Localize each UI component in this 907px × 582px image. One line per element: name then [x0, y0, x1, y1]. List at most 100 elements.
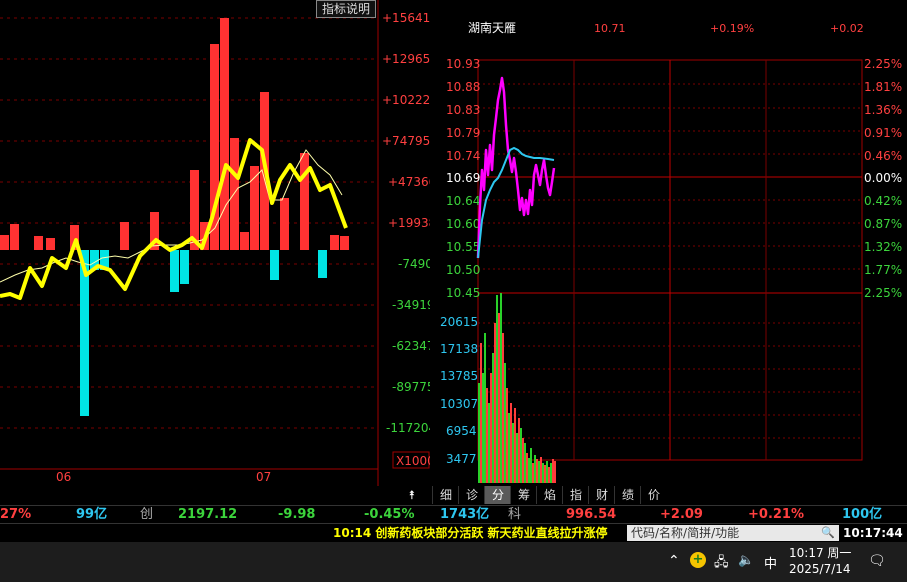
tab-price[interactable]: 价: [640, 486, 667, 504]
price-label: 10.83: [446, 103, 480, 117]
flow-bar: [330, 235, 339, 250]
search-placeholder: 代码/名称/简拼/功能: [631, 526, 740, 540]
ticker-value-2: 2197.12: [178, 507, 238, 522]
flow-bar: [230, 138, 239, 250]
volume-label: 20615: [440, 315, 478, 329]
price-label: 10.60: [446, 217, 480, 231]
tab-index[interactable]: 指: [562, 486, 589, 504]
pct-label: 0.87%: [864, 217, 902, 231]
scroll-top-icon[interactable]: ⯭: [404, 486, 420, 504]
volume-label: 6954: [446, 424, 477, 438]
y-label: +129651: [382, 52, 430, 66]
stock-price: 10.71: [594, 22, 626, 35]
flow-bar: [240, 232, 249, 250]
network-icon[interactable]: 🖧: [714, 553, 729, 575]
volume-bar: [536, 459, 538, 483]
volume-bar: [522, 438, 524, 483]
volume-bar: [494, 323, 496, 483]
tab-flame[interactable]: 焰: [536, 486, 563, 504]
ticker-amount-2: 1743亿: [440, 507, 490, 522]
taskbar-datetime[interactable]: 10:17 周一 2025/7/14: [789, 545, 851, 577]
price-label: 10.50: [446, 263, 480, 277]
volume-bar: [554, 461, 556, 483]
volume-bar: [518, 418, 520, 483]
price-label: 10.93: [446, 57, 480, 71]
flow-bar: [318, 250, 327, 278]
flow-bar: [180, 250, 189, 284]
y-label: +47366: [388, 175, 430, 189]
volume-label: 10307: [440, 397, 478, 411]
y-label: +156411: [382, 11, 430, 25]
volume-label: 17138: [440, 342, 478, 356]
y-label: +74795: [382, 134, 430, 148]
volume-bar: [500, 293, 502, 483]
x-label: 06: [56, 470, 71, 484]
volume-bar: [506, 388, 508, 483]
intraday-svg: 湖南天雁 10.71 +0.19% +0.02 10.93 10.88 10.8…: [440, 20, 902, 483]
volume-bar: [534, 455, 536, 483]
ticker-name-2[interactable]: 创: [140, 506, 153, 524]
pct-label: 2.25%: [864, 57, 902, 71]
stock-change: +0.02: [830, 22, 864, 35]
tab-minute[interactable]: 分: [484, 486, 511, 504]
tab-diagnose[interactable]: 诊: [458, 486, 485, 504]
tab-finance[interactable]: 财: [588, 486, 615, 504]
volume-bars: [478, 293, 556, 483]
volume-bar: [546, 461, 548, 483]
volume-bar: [548, 467, 550, 483]
ticker-change-2: -9.98: [278, 507, 316, 522]
index-ticker: 27% 99亿 创 2197.12 -9.98 -0.45% 1743亿 科 9…: [0, 505, 907, 524]
indicator-help-button[interactable]: 指标说明: [316, 0, 376, 18]
volume-bar: [530, 448, 532, 483]
pct-label: 2.25%: [864, 286, 902, 300]
x-label: 07: [256, 470, 271, 484]
ticker-pct-3: +0.21%: [748, 507, 804, 522]
volume-labels: 20615 17138 13785 10307 6954 3477: [440, 315, 478, 466]
flow-bar: [280, 198, 289, 250]
notification-icon[interactable]: 🗨: [868, 553, 886, 569]
windows-taskbar: ⌃ + 🖧 🔈 中 10:17 周一 2025/7/14 🗨: [0, 542, 907, 582]
ticker-pct-2: -0.45%: [364, 507, 415, 522]
pct-label: 0.42%: [864, 194, 902, 208]
ticker-value-3: 996.54: [566, 507, 617, 522]
search-input[interactable]: 代码/名称/简拼/功能 🔍: [627, 525, 839, 541]
ime-indicator[interactable]: 中: [764, 553, 777, 572]
search-icon[interactable]: 🔍: [821, 525, 835, 541]
volume-bar: [550, 463, 552, 483]
ticker-change-3: +2.09: [660, 507, 703, 522]
tab-performance[interactable]: 绩: [614, 486, 641, 504]
volume-bar: [508, 413, 510, 483]
volume-bar: [538, 461, 540, 483]
volume-bar: [482, 373, 484, 483]
y-label: +102223: [382, 93, 430, 107]
y-label: -117204: [386, 421, 430, 435]
price-line: [476, 76, 556, 259]
news-scroller[interactable]: 10:14 创新药板块部分活跃 新天药业直线拉升涨停: [333, 524, 608, 543]
volume-bar: [510, 403, 512, 483]
chevron-up-icon[interactable]: ⌃: [668, 553, 680, 569]
flow-y-labels: +156411 +129651 +102223 +74795 +47366 +1…: [382, 11, 438, 435]
y-label: -7490: [398, 257, 430, 271]
flow-chart-svg: +156411 +129651 +102223 +74795 +47366 +1…: [0, 0, 438, 486]
flow-bar: [10, 224, 19, 250]
volume-bar: [488, 403, 490, 483]
price-label: 10.74: [446, 149, 480, 163]
volume-bar: [542, 463, 544, 483]
volume-icon[interactable]: 🔈: [738, 553, 754, 568]
tab-chips[interactable]: 筹: [510, 486, 537, 504]
volume-bar: [492, 353, 494, 483]
volume-bar: [532, 463, 534, 483]
flow-bar: [120, 222, 129, 250]
volume-bar: [552, 459, 554, 483]
flow-bar: [300, 153, 309, 250]
volume-bar: [478, 383, 480, 483]
price-label: 10.79: [446, 126, 480, 140]
flow-bar: [250, 166, 259, 250]
taskbar-time: 10:17 周一: [789, 546, 852, 560]
tab-detail[interactable]: 细: [432, 486, 459, 504]
security-app-icon[interactable]: +: [690, 552, 706, 568]
ticker-name-3[interactable]: 科: [508, 506, 521, 524]
y-label: -62347: [392, 339, 430, 353]
flow-bar: [170, 250, 179, 292]
volume-bar: [528, 458, 530, 483]
